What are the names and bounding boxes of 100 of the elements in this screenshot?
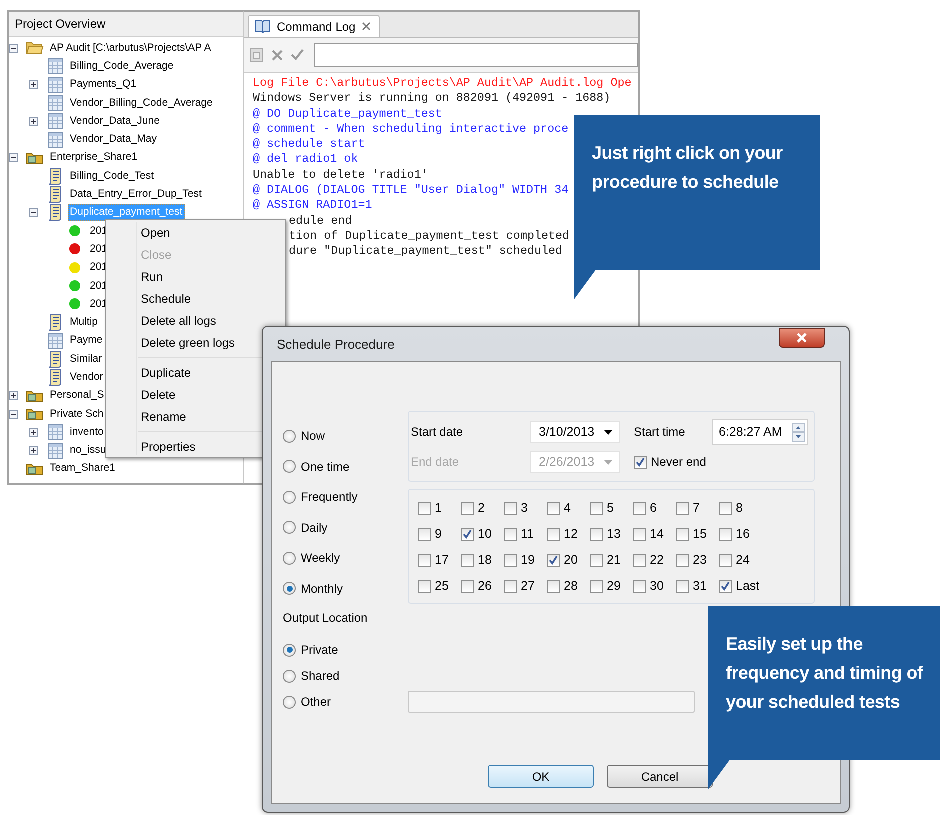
script-icon — [48, 350, 62, 368]
tree-item[interactable]: Billing_Code_Test — [68, 168, 156, 185]
day-checkbox[interactable]: 30 — [633, 579, 664, 593]
menu-item[interactable]: Run — [108, 266, 283, 288]
day-checkbox[interactable]: 29 — [590, 579, 621, 593]
expand-toggle[interactable] — [29, 80, 38, 90]
tree-item[interactable]: Private Sch — [48, 406, 106, 423]
radio-option[interactable]: Daily — [283, 512, 328, 543]
day-checkbox[interactable]: 26 — [461, 579, 492, 593]
tab[interactable]: Command Log — [248, 15, 380, 37]
expand-toggle[interactable] — [29, 208, 38, 218]
tree-item[interactable]: 201 — [88, 259, 110, 276]
expand-toggle[interactable] — [9, 44, 18, 53]
spinner-icon[interactable] — [792, 422, 805, 442]
checkmark-icon — [548, 554, 559, 566]
tree-item[interactable]: Team_Share1 — [48, 460, 118, 478]
day-checkbox[interactable]: 19 — [504, 553, 535, 567]
tree-item[interactable]: invento — [68, 424, 106, 441]
tree-item[interactable]: Enterprise_Share1 — [48, 149, 140, 166]
expand-toggle[interactable] — [29, 116, 38, 126]
day-checkbox[interactable]: 25 — [418, 579, 449, 593]
book-icon — [255, 20, 271, 33]
radio-circle[interactable] — [283, 582, 296, 596]
day-checkbox[interactable]: 10 — [461, 527, 492, 541]
radio-circle[interactable] — [283, 490, 296, 504]
radio-option[interactable]: Shared — [283, 663, 340, 689]
radio-option[interactable]: One time — [283, 452, 350, 482]
day-checkbox[interactable]: 24 — [719, 553, 750, 567]
radio-circle[interactable] — [283, 696, 296, 708]
day-checkbox[interactable]: 20 — [547, 553, 578, 567]
tree-item[interactable]: 201 — [88, 296, 110, 313]
checkbox[interactable]: Never end — [634, 455, 706, 469]
dialog-title: Schedule Procedure — [277, 336, 395, 352]
day-checkbox[interactable]: 13 — [590, 527, 621, 541]
log-line: @ del radio1 ok — [253, 152, 358, 168]
date-dropdown[interactable]: 3/10/2013 — [530, 421, 620, 443]
day-checkbox[interactable]: 11 — [504, 527, 534, 541]
radio-option[interactable]: Now — [283, 421, 326, 452]
day-checkbox[interactable]: Last — [719, 579, 760, 593]
tree-item[interactable]: Similar — [68, 350, 104, 368]
check-icon[interactable] — [291, 49, 304, 61]
day-checkbox[interactable]: 12 — [547, 527, 578, 541]
tree-item[interactable]: Vendor — [68, 368, 106, 386]
path-field[interactable] — [408, 691, 695, 713]
day-checkbox[interactable]: 17 — [418, 553, 449, 567]
tree-item[interactable]: Multip — [68, 314, 100, 332]
table-icon — [48, 58, 62, 74]
checkmark-icon — [720, 580, 731, 592]
close-icon[interactable] — [362, 22, 371, 31]
dialog-button[interactable]: OK — [488, 765, 594, 788]
time-field[interactable]: 6:28:27 AM — [712, 419, 808, 445]
day-checkbox[interactable]: 21 — [590, 553, 621, 567]
menu-item[interactable]: Delete all logs — [108, 310, 283, 332]
tree-item[interactable]: AP Audit [C:\arbutus\Projects\AP A — [48, 40, 214, 57]
dialog-button[interactable]: Cancel — [607, 765, 713, 788]
radio-circle[interactable] — [283, 521, 296, 534]
command-field[interactable] — [314, 43, 638, 67]
radio-option[interactable]: Private — [283, 637, 338, 663]
radio-option[interactable]: Monthly — [283, 574, 344, 604]
day-checkbox[interactable]: 27 — [504, 579, 535, 593]
expand-toggle[interactable] — [9, 410, 18, 419]
close-button[interactable] — [779, 328, 825, 348]
expand-toggle[interactable] — [9, 153, 18, 162]
callout-text: Easily set up the frequency and timing of your scheduled tests — [725, 633, 924, 714]
log-line: @ DIALOG (DIALOG TITLE "User Dialog" WIDTH 34 — [253, 183, 569, 198]
expand-toggle[interactable] — [29, 446, 38, 456]
day-checkbox[interactable]: 18 — [461, 553, 492, 567]
menu-item[interactable]: Open — [108, 222, 283, 244]
tree-item[interactable]: Vendor_Data_June — [68, 112, 162, 130]
tree-item[interactable]: Vendor_Data_May — [68, 131, 159, 148]
script-icon — [48, 368, 62, 386]
cancel-icon[interactable] — [272, 50, 283, 60]
day-checkbox[interactable]: 28 — [547, 579, 578, 593]
tree-item[interactable]: Vendor_Billing_Code_Average — [68, 94, 215, 112]
tree-item[interactable]: 201 — [88, 240, 110, 258]
tree-item[interactable]: Data_Entry_Error_Dup_Test — [68, 186, 204, 204]
tree-item[interactable]: Payments_Q1 — [68, 76, 139, 94]
expand-toggle[interactable] — [29, 428, 38, 437]
day-checkbox[interactable]: 31 — [676, 579, 707, 593]
radio-circle[interactable] — [283, 552, 296, 565]
tree-item[interactable]: Personal_S — [48, 387, 106, 404]
day-checkbox[interactable]: 23 — [676, 553, 707, 567]
radio-option[interactable]: Weekly — [283, 543, 340, 574]
radio-circle[interactable] — [283, 644, 296, 656]
clipboard-icon[interactable] — [250, 47, 264, 63]
radio-option[interactable]: Other — [283, 689, 332, 715]
radio-circle[interactable] — [283, 430, 296, 443]
tree-item[interactable]: Billing_Code_Average — [68, 58, 176, 75]
menu-item[interactable]: Schedule — [108, 288, 283, 310]
radio-circle[interactable] — [283, 670, 296, 682]
radio-circle[interactable] — [283, 460, 296, 474]
day-checkbox[interactable]: 16 — [719, 527, 750, 541]
tree-item[interactable]: Payme — [68, 332, 105, 350]
radio-option[interactable]: Frequently — [283, 482, 358, 512]
day-checkbox[interactable]: 22 — [633, 553, 664, 567]
tree-item[interactable]: no_issu — [68, 442, 108, 460]
day-checkbox[interactable]: 14 — [633, 527, 664, 541]
day-checkbox[interactable]: 15 — [676, 527, 707, 541]
checkmark-icon — [462, 528, 473, 540]
expand-toggle[interactable] — [9, 391, 18, 400]
